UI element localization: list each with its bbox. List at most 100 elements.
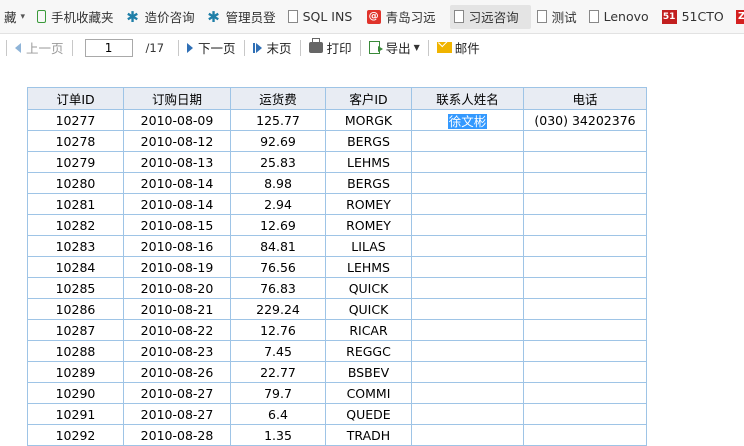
prev-page-button[interactable]: 上一页 xyxy=(13,38,66,58)
contact-name-cell[interactable] xyxy=(411,235,524,257)
customer-id-cell[interactable]: QUICK xyxy=(325,298,412,320)
order-id-cell[interactable]: 10285 xyxy=(27,277,124,299)
bookmark-test[interactable]: 测试 xyxy=(533,5,583,29)
freight-cell[interactable]: 92.69 xyxy=(230,130,326,152)
freight-cell[interactable]: 2.94 xyxy=(230,193,326,215)
bookmark-sql-ins[interactable]: SQL INS xyxy=(284,5,361,29)
contact-name-cell[interactable] xyxy=(411,151,524,173)
bookmark-qingdao-xiyuan[interactable]: @ 青岛习远 xyxy=(363,5,448,29)
mail-button[interactable]: 邮件 xyxy=(435,38,482,58)
order-date-cell[interactable]: 2010-08-09 xyxy=(123,109,231,131)
customer-id-cell[interactable]: ROMEY xyxy=(325,214,412,236)
customer-id-cell[interactable]: REGGC xyxy=(325,340,412,362)
order-id-cell[interactable]: 10281 xyxy=(27,193,124,215)
freight-cell[interactable]: 12.69 xyxy=(230,214,326,236)
order-id-cell[interactable]: 10283 xyxy=(27,235,124,257)
order-date-cell[interactable]: 2010-08-23 xyxy=(123,340,231,362)
contact-name-cell[interactable] xyxy=(411,214,524,236)
bookmark-mobile-favorites[interactable]: 手机收藏夹 xyxy=(33,5,120,29)
next-page-button[interactable]: 下一页 xyxy=(185,38,238,58)
freight-cell[interactable]: 6.4 xyxy=(230,403,326,425)
phone-cell[interactable] xyxy=(523,172,647,194)
bookmark-lenovo[interactable]: Lenovo xyxy=(585,5,656,29)
order-date-cell[interactable]: 2010-08-12 xyxy=(123,130,231,152)
phone-cell[interactable] xyxy=(523,319,647,341)
freight-cell[interactable]: 22.77 xyxy=(230,361,326,383)
order-id-cell[interactable]: 10291 xyxy=(27,403,124,425)
bookmark-favorites[interactable]: 藏 ▾ xyxy=(0,5,31,29)
phone-cell[interactable] xyxy=(523,382,647,404)
phone-cell[interactable] xyxy=(523,130,647,152)
order-id-cell[interactable]: 10284 xyxy=(27,256,124,278)
freight-cell[interactable]: 7.45 xyxy=(230,340,326,362)
order-id-cell[interactable]: 10289 xyxy=(27,361,124,383)
customer-id-cell[interactable]: QUICK xyxy=(325,277,412,299)
order-date-cell[interactable]: 2010-08-20 xyxy=(123,277,231,299)
customer-id-cell[interactable]: BSBEV xyxy=(325,361,412,383)
phone-cell[interactable] xyxy=(523,361,647,383)
order-id-cell[interactable]: 10288 xyxy=(27,340,124,362)
bookmark-admin-login[interactable]: ✱ 管理员登 xyxy=(203,5,282,29)
phone-cell[interactable] xyxy=(523,424,647,446)
order-id-cell[interactable]: 10286 xyxy=(27,298,124,320)
order-id-cell[interactable]: 10279 xyxy=(27,151,124,173)
freight-cell[interactable]: 12.76 xyxy=(230,319,326,341)
order-date-cell[interactable]: 2010-08-26 xyxy=(123,361,231,383)
order-date-cell[interactable]: 2010-08-22 xyxy=(123,319,231,341)
order-date-cell[interactable]: 2010-08-13 xyxy=(123,151,231,173)
order-id-cell[interactable]: 10290 xyxy=(27,382,124,404)
customer-id-cell[interactable]: QUEDE xyxy=(325,403,412,425)
contact-name-cell[interactable]: 徐文彬 xyxy=(411,109,524,131)
order-id-cell[interactable]: 10278 xyxy=(27,130,124,152)
customer-id-cell[interactable]: BERGS xyxy=(325,130,412,152)
customer-id-cell[interactable]: RICAR xyxy=(325,319,412,341)
bookmark-cost-consulting[interactable]: ✱ 造价咨询 xyxy=(122,5,201,29)
contact-name-cell[interactable] xyxy=(411,403,524,425)
order-date-cell[interactable]: 2010-08-27 xyxy=(123,403,231,425)
phone-cell[interactable] xyxy=(523,340,647,362)
last-page-button[interactable]: 末页 xyxy=(251,38,294,58)
bookmark-51cto[interactable]: 51 51CTO xyxy=(658,5,730,29)
freight-cell[interactable]: 229.24 xyxy=(230,298,326,320)
order-id-cell[interactable]: 10280 xyxy=(27,172,124,194)
order-date-cell[interactable]: 2010-08-19 xyxy=(123,256,231,278)
freight-cell[interactable]: 8.98 xyxy=(230,172,326,194)
phone-cell[interactable] xyxy=(523,193,647,215)
contact-name-cell[interactable] xyxy=(411,382,524,404)
order-date-cell[interactable]: 2010-08-28 xyxy=(123,424,231,446)
freight-cell[interactable]: 84.81 xyxy=(230,235,326,257)
phone-cell[interactable] xyxy=(523,277,647,299)
chevron-down-icon[interactable]: ▼ xyxy=(414,43,420,52)
order-date-cell[interactable]: 2010-08-16 xyxy=(123,235,231,257)
contact-name-cell[interactable] xyxy=(411,277,524,299)
bookmark-z[interactable]: Z xyxy=(732,5,744,29)
order-date-cell[interactable]: 2010-08-21 xyxy=(123,298,231,320)
order-id-cell[interactable]: 10277 xyxy=(27,109,124,131)
order-date-cell[interactable]: 2010-08-14 xyxy=(123,172,231,194)
contact-name-cell[interactable] xyxy=(411,130,524,152)
print-button[interactable]: 打印 xyxy=(307,38,354,58)
chevron-down-icon[interactable]: ▾ xyxy=(21,12,26,22)
contact-name-cell[interactable] xyxy=(411,193,524,215)
customer-id-cell[interactable]: TRADH xyxy=(325,424,412,446)
contact-name-cell[interactable] xyxy=(411,424,524,446)
phone-cell[interactable] xyxy=(523,151,647,173)
customer-id-cell[interactable]: COMMI xyxy=(325,382,412,404)
freight-cell[interactable]: 25.83 xyxy=(230,151,326,173)
freight-cell[interactable]: 1.35 xyxy=(230,424,326,446)
order-id-cell[interactable]: 10287 xyxy=(27,319,124,341)
bookmark-xiyuan-consulting[interactable]: 习远咨询 xyxy=(449,4,531,29)
phone-cell[interactable] xyxy=(523,235,647,257)
export-button[interactable]: 导出 ▼ xyxy=(367,38,422,58)
customer-id-cell[interactable]: LEHMS xyxy=(325,256,412,278)
phone-cell[interactable]: (030) 34202376 xyxy=(523,109,647,131)
freight-cell[interactable]: 79.7 xyxy=(230,382,326,404)
customer-id-cell[interactable]: ROMEY xyxy=(325,193,412,215)
contact-name-cell[interactable] xyxy=(411,319,524,341)
order-date-cell[interactable]: 2010-08-27 xyxy=(123,382,231,404)
order-date-cell[interactable]: 2010-08-14 xyxy=(123,193,231,215)
freight-cell[interactable]: 76.83 xyxy=(230,277,326,299)
page-number-input[interactable] xyxy=(84,38,133,57)
phone-cell[interactable] xyxy=(523,214,647,236)
contact-name-cell[interactable] xyxy=(411,298,524,320)
